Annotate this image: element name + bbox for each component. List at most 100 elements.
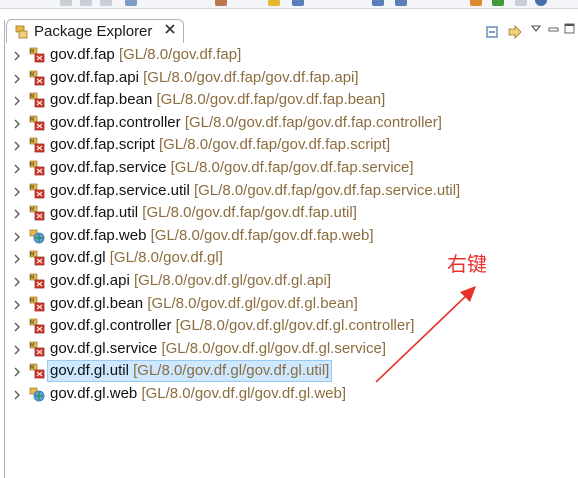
project-name: gov.df.fap.controller	[50, 113, 181, 131]
chevron-right-icon[interactable]	[12, 298, 22, 310]
tree-item-label[interactable]: gov.df.fap.util [GL/8.0/gov.df.fap/gov.d…	[50, 203, 357, 223]
tree-item-label[interactable]: gov.df.gl.bean [GL/8.0/gov.df.gl/gov.df.…	[50, 294, 358, 314]
jar-package-icon: M	[29, 92, 45, 108]
toolbar-icon[interactable]	[292, 0, 304, 6]
tree-item-label[interactable]: gov.df.gl.service [GL/8.0/gov.df.gl/gov.…	[50, 339, 386, 359]
tree-item[interactable]: Mgov.df.fap.script [GL/8.0/gov.df.fap/go…	[0, 134, 578, 156]
project-path: [GL/8.0/gov.df.fap/gov.df.fap.bean]	[156, 91, 386, 109]
tree-item[interactable]: Mgov.df.gl.util [GL/8.0/gov.df.gl/gov.df…	[0, 360, 578, 383]
jar-package-icon: M	[29, 115, 45, 131]
maximize-icon[interactable]	[564, 22, 578, 38]
toolbar-icon[interactable]	[535, 0, 547, 6]
chevron-right-icon[interactable]	[12, 365, 22, 377]
chevron-right-icon[interactable]	[12, 275, 22, 287]
toolbar-icon[interactable]	[268, 0, 280, 6]
project-name: gov.df.gl.bean	[50, 294, 144, 312]
project-path: [GL/8.0/gov.df.gl/gov.df.gl.util]	[133, 362, 330, 380]
chevron-right-icon[interactable]	[12, 388, 22, 400]
tree-item-label[interactable]: gov.df.fap.api [GL/8.0/gov.df.fap/gov.df…	[50, 68, 359, 88]
tree-item-label[interactable]: gov.df.fap.service.util [GL/8.0/gov.df.f…	[50, 181, 460, 201]
svg-text:M: M	[30, 162, 34, 168]
tree-item[interactable]: gov.df.fap.web [GL/8.0/gov.df.fap/gov.df…	[0, 225, 578, 247]
jar-package-icon: M	[29, 318, 45, 334]
chevron-right-icon[interactable]	[12, 139, 22, 151]
chevron-right-icon[interactable]	[12, 94, 22, 106]
web-project-icon	[29, 228, 45, 244]
tree-item-label[interactable]: gov.df.gl [GL/8.0/gov.df.gl]	[50, 248, 223, 268]
tree-item-label[interactable]: gov.df.fap.bean [GL/8.0/gov.df.fap/gov.d…	[50, 90, 385, 110]
tree-item[interactable]: Mgov.df.fap.controller [GL/8.0/gov.df.fa…	[0, 112, 578, 134]
tree-item[interactable]: Mgov.df.gl [GL/8.0/gov.df.gl]	[0, 247, 578, 269]
tree-item[interactable]: Mgov.df.gl.controller [GL/8.0/gov.df.gl/…	[0, 315, 578, 337]
toolbar-icon[interactable]	[60, 0, 72, 6]
tree-item[interactable]: Mgov.df.fap.bean [GL/8.0/gov.df.fap/gov.…	[0, 89, 578, 111]
tree-item-label[interactable]: gov.df.fap.script [GL/8.0/gov.df.fap/gov…	[50, 135, 390, 155]
toolbar-icon[interactable]	[372, 0, 384, 6]
toolbar-icon[interactable]	[80, 0, 92, 6]
svg-text:M: M	[30, 72, 34, 78]
tree-item[interactable]: Mgov.df.gl.bean [GL/8.0/gov.df.gl/gov.df…	[0, 293, 578, 315]
chevron-right-icon[interactable]	[12, 320, 22, 332]
toolbar-icon[interactable]	[125, 0, 137, 6]
project-name: gov.df.fap.script	[50, 136, 155, 154]
main-toolbar-strip	[0, 0, 578, 9]
chevron-right-icon[interactable]	[12, 343, 22, 355]
chevron-right-icon[interactable]	[12, 252, 22, 264]
chevron-right-icon[interactable]	[12, 230, 22, 242]
toolbar-icon[interactable]	[515, 0, 527, 6]
chevron-right-icon[interactable]	[12, 117, 22, 129]
chevron-right-icon[interactable]	[12, 185, 22, 197]
tree-item[interactable]: Mgov.df.fap.service [GL/8.0/gov.df.fap/g…	[0, 157, 578, 179]
toolbar-icon[interactable]	[492, 0, 504, 6]
toolbar-icon[interactable]	[100, 0, 112, 6]
chevron-right-icon[interactable]	[12, 72, 22, 84]
tree-item[interactable]: Mgov.df.gl.service [GL/8.0/gov.df.gl/gov…	[0, 338, 578, 360]
tree-item[interactable]: Mgov.df.fap.util [GL/8.0/gov.df.fap/gov.…	[0, 202, 578, 224]
tree-item[interactable]: Mgov.df.fap [GL/8.0/gov.df.fap]	[0, 44, 578, 66]
tree-item-label[interactable]: gov.df.fap [GL/8.0/gov.df.fap]	[50, 45, 241, 65]
svg-text:M: M	[30, 275, 34, 281]
package-explorer-tab[interactable]: Package Explorer	[6, 19, 184, 43]
tree-item-label[interactable]: gov.df.fap.web [GL/8.0/gov.df.fap/gov.df…	[50, 226, 374, 246]
jar-package-icon: M	[29, 70, 45, 86]
view-menu-icon[interactable]	[530, 20, 546, 36]
jar-package-icon: M	[29, 205, 45, 221]
annotation-arrow	[375, 286, 476, 383]
jar-package-icon: M	[29, 273, 45, 289]
toolbar-icon[interactable]	[215, 0, 227, 6]
toolbar-icon[interactable]	[395, 0, 407, 6]
jar-package-icon: M	[29, 183, 45, 199]
collapse-all-icon[interactable]	[485, 24, 501, 40]
chevron-right-icon[interactable]	[12, 49, 22, 61]
tree-item-label[interactable]: gov.df.gl.api [GL/8.0/gov.df.gl/gov.df.g…	[50, 271, 331, 291]
tree-item-label[interactable]: gov.df.gl.web [GL/8.0/gov.df.gl/gov.df.g…	[50, 384, 346, 404]
tree-item-label[interactable]: gov.df.gl.util [GL/8.0/gov.df.gl/gov.df.…	[47, 360, 333, 383]
tree-item-label[interactable]: gov.df.fap.controller [GL/8.0/gov.df.fap…	[50, 113, 442, 133]
chevron-right-icon[interactable]	[12, 162, 22, 174]
tree-item-label[interactable]: gov.df.gl.controller [GL/8.0/gov.df.gl/g…	[50, 316, 414, 336]
link-with-editor-icon[interactable]	[507, 24, 523, 40]
project-name: gov.df.gl.web	[50, 385, 138, 402]
project-name: gov.df.gl	[50, 249, 106, 267]
tree-item[interactable]: Mgov.df.gl.api [GL/8.0/gov.df.gl/gov.df.…	[0, 270, 578, 292]
tree-item[interactable]: Mgov.df.fap.api [GL/8.0/gov.df.fap/gov.d…	[0, 67, 578, 89]
svg-text:M: M	[30, 49, 34, 55]
project-path: [GL/8.0/gov.df.fap]	[118, 46, 242, 63]
project-path: [GL/8.0/gov.df.fap/gov.df.fap.service]	[170, 159, 414, 176]
toolbar-icon[interactable]	[470, 0, 482, 6]
project-name: gov.df.fap.service	[50, 159, 167, 176]
close-icon[interactable]	[163, 23, 177, 37]
svg-text:M: M	[30, 139, 34, 145]
project-path: [GL/8.0/gov.df.gl/gov.df.gl.bean]	[147, 294, 358, 312]
tree-item[interactable]: Mgov.df.fap.service.util [GL/8.0/gov.df.…	[0, 180, 578, 202]
chevron-right-icon[interactable]	[12, 207, 22, 219]
jar-package-icon: M	[29, 160, 45, 176]
minimize-icon[interactable]	[548, 22, 564, 38]
project-name: gov.df.fap.util	[50, 204, 139, 222]
tree-item-label[interactable]: gov.df.fap.service [GL/8.0/gov.df.fap/go…	[50, 158, 414, 178]
project-path: [GL/8.0/gov.df.fap/gov.df.fap.util]	[142, 204, 357, 222]
project-name: gov.df.fap.service.util	[50, 181, 190, 199]
web-project-icon	[29, 386, 45, 402]
jar-package-icon: M	[29, 296, 45, 312]
tree-item[interactable]: gov.df.gl.web [GL/8.0/gov.df.gl/gov.df.g…	[0, 383, 578, 405]
